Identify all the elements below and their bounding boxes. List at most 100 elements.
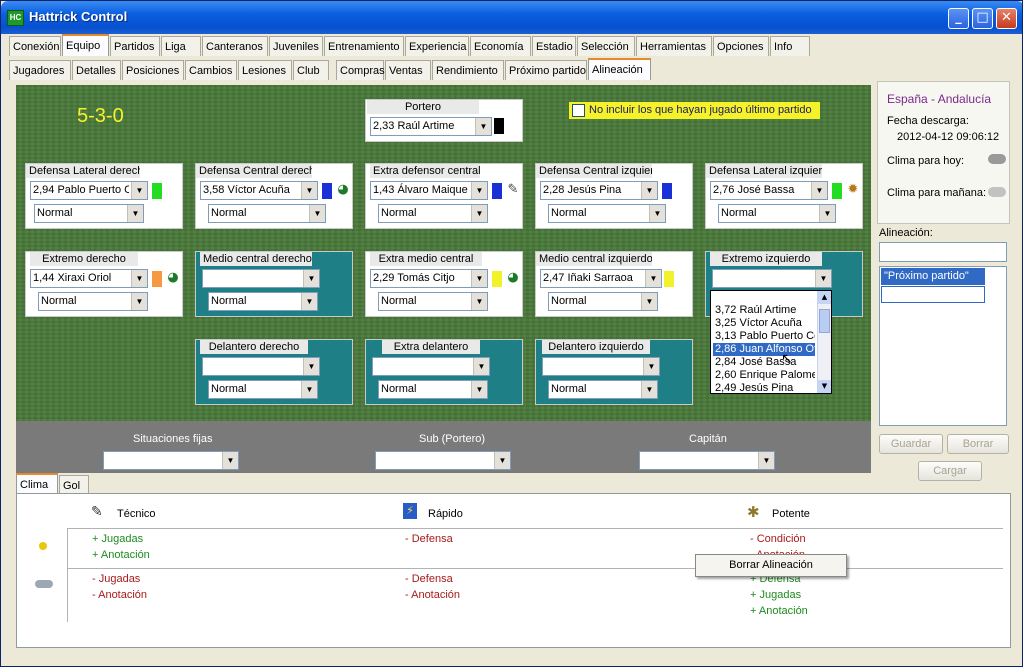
tab-alineacion[interactable]: Alineación xyxy=(588,58,651,80)
tab-entrenamiento[interactable]: Entrenamiento xyxy=(324,36,404,56)
alineacion-list[interactable]: "Próximo partido" xyxy=(879,266,1007,426)
position-label: Extremo derecho xyxy=(30,252,138,266)
med-cen-der-player-select[interactable]: ▼ xyxy=(202,269,320,288)
def-cen-der-order-select[interactable]: Normal ▼ xyxy=(208,204,326,223)
tab-equipo[interactable]: Equipo xyxy=(62,34,109,56)
tab-seleccion[interactable]: Selección xyxy=(577,36,635,56)
extras-strip: Situaciones fijas ▼ Sub (Portero) ▼ Capi… xyxy=(16,421,871,473)
tab-opciones[interactable]: Opciones xyxy=(713,36,769,56)
ext-der-order-select[interactable]: Normal ▼ xyxy=(38,292,148,311)
tab-experiencia[interactable]: Experiencia xyxy=(405,36,469,56)
tab-proximo-partido[interactable]: Próximo partido xyxy=(505,60,587,80)
divider xyxy=(67,528,68,622)
dropdown-option[interactable]: 2,84 José Bassa xyxy=(713,356,815,369)
scroll-thumb[interactable] xyxy=(819,309,830,333)
tab-herramientas[interactable]: Herramientas xyxy=(636,36,712,56)
divider xyxy=(67,528,1003,529)
tab-juveniles[interactable]: Juveniles xyxy=(269,36,323,56)
specialty-color-swatch xyxy=(494,118,504,134)
med-cen-der-order-select[interactable]: Normal ▼ xyxy=(208,292,318,311)
minimize-button[interactable]: _ xyxy=(948,8,969,29)
def-cen-der-player-select[interactable]: 3,58 Víctor Acuña ▼ xyxy=(200,181,318,200)
extra-med-player-select[interactable]: 2,29 Tomás Citjo ▼ xyxy=(370,269,488,288)
position-label: Delantero derecho xyxy=(200,340,308,354)
tab-economia[interactable]: Economía xyxy=(470,36,531,56)
tab-ventas[interactable]: Ventas xyxy=(385,60,431,80)
dropdown-option[interactable]: 3,13 Pablo Puerto Co xyxy=(713,330,815,343)
tab-info[interactable]: Info xyxy=(770,36,810,56)
tab-compras[interactable]: Compras xyxy=(336,60,385,80)
med-cen-izq-order-select[interactable]: Normal ▼ xyxy=(548,292,658,311)
scroll-up-icon[interactable]: ▲ xyxy=(818,291,831,304)
def-cen-izq-order-select[interactable]: Normal ▼ xyxy=(548,204,666,223)
tab-estadio[interactable]: Estadio xyxy=(532,36,576,56)
context-menu-borrar-alineacion[interactable]: Borrar Alineación xyxy=(695,554,847,577)
tab-jugadores[interactable]: Jugadores xyxy=(9,60,71,80)
tab-partidos[interactable]: Partidos xyxy=(110,36,160,56)
dropdown-option-selected[interactable]: 2,86 Juan Alfonso Ot xyxy=(713,343,815,356)
tab-posiciones[interactable]: Posiciones xyxy=(122,60,184,80)
def-lat-der-box: Defensa Lateral derecho 2,94 Pablo Puert… xyxy=(25,163,183,229)
del-izq-player-select[interactable]: ▼ xyxy=(542,357,660,376)
ext-der-player-select[interactable]: 1,44 Xiraxi Oriol ▼ xyxy=(30,269,148,288)
def-lat-der-order-select[interactable]: Normal ▼ xyxy=(34,204,144,223)
extra-def-order-select[interactable]: Normal ▼ xyxy=(378,204,488,223)
def-lat-der-player-select[interactable]: 2,94 Pablo Puerto C ▼ xyxy=(30,181,148,200)
tab-rendimiento[interactable]: Rendimiento xyxy=(432,60,504,80)
del-der-box: Delantero derecho ▼ Normal ▼ xyxy=(195,339,353,405)
dropdown-scrollbar[interactable]: ▲ ▼ xyxy=(817,291,831,393)
tab-gol[interactable]: Gol xyxy=(59,475,89,495)
del-izq-order-select[interactable]: Normal ▼ xyxy=(548,380,658,399)
player-dropdown-list[interactable]: 3,72 Raúl Artime 3,25 Víctor Acuña 3,13 … xyxy=(710,290,832,394)
title-bar[interactable]: HC Hattrick Control _ □ ✕ xyxy=(1,1,1022,34)
extra-del-order-select[interactable]: Normal ▼ xyxy=(378,380,488,399)
alineacion-list-item[interactable]: "Próximo partido" xyxy=(881,268,985,285)
col-potente: Potente xyxy=(772,508,810,520)
chevron-down-icon: ▼ xyxy=(131,293,147,310)
dropdown-option[interactable]: 3,72 Raúl Artime xyxy=(713,304,815,317)
def-lat-izq-player-select[interactable]: 2,76 José Bassa ▼ xyxy=(710,181,828,200)
ext-izq-player-select[interactable]: ▼ xyxy=(712,269,832,288)
captain-label: Capitán xyxy=(689,433,727,445)
chevron-down-icon: ▼ xyxy=(301,293,317,310)
med-cen-izq-player-select[interactable]: 2,47 Iñaki Sarraoa ▼ xyxy=(540,269,662,288)
cargar-button[interactable]: Cargar xyxy=(918,461,982,481)
tab-detalles[interactable]: Detalles xyxy=(72,60,121,80)
del-der-player-select[interactable]: ▼ xyxy=(202,357,320,376)
def-lat-izq-box: Defensa Lateral izquierdo 2,76 José Bass… xyxy=(705,163,863,229)
powerful-icon: ✱ xyxy=(747,503,760,521)
tab-liga[interactable]: Liga xyxy=(161,36,201,56)
def-lat-izq-order-select[interactable]: Normal ▼ xyxy=(718,204,836,223)
cloud-icon xyxy=(988,154,1006,164)
tab-club[interactable]: Club xyxy=(293,60,329,80)
alineacion-list-item-empty[interactable] xyxy=(881,286,985,303)
info-panel: España - Andalucía Fecha descarga: 2012-… xyxy=(877,81,1010,224)
del-der-order-select[interactable]: Normal ▼ xyxy=(208,380,318,399)
tab-canteranos[interactable]: Canteranos xyxy=(202,36,268,56)
sub-gk-select[interactable]: ▼ xyxy=(375,451,511,470)
set-pieces-select[interactable]: ▼ xyxy=(103,451,239,470)
dropdown-option[interactable]: 3,25 Víctor Acuña xyxy=(713,317,815,330)
def-cen-izq-player-select[interactable]: 2,28 Jesús Pina ▼ xyxy=(540,181,658,200)
no-include-checkbox[interactable] xyxy=(572,104,585,117)
col-rapido: Rápido xyxy=(428,508,463,520)
tab-conexion[interactable]: Conexión xyxy=(9,36,61,56)
chevron-down-icon: ▼ xyxy=(303,358,319,375)
tab-cambios[interactable]: Cambios xyxy=(185,60,237,80)
maximize-button[interactable]: □ xyxy=(972,8,993,29)
tab-lesiones[interactable]: Lesiones xyxy=(238,60,292,80)
dropdown-option[interactable]: 2,60 Enrique Palome xyxy=(713,369,815,382)
extra-med-order-select[interactable]: Normal ▼ xyxy=(378,292,488,311)
extra-def-player-select[interactable]: 1,43 Álvaro Maique ▼ xyxy=(370,181,488,200)
scroll-down-icon[interactable]: ▼ xyxy=(818,380,831,393)
dropdown-option[interactable]: 2,49 Jesús Pina xyxy=(713,382,815,393)
alineacion-name-input[interactable] xyxy=(879,242,1007,262)
portero-player-select[interactable]: 2,33 Raúl Artime ▼ xyxy=(370,117,492,136)
close-button[interactable]: ✕ xyxy=(996,8,1017,29)
tab-clima[interactable]: Clima xyxy=(16,473,58,495)
captain-select[interactable]: ▼ xyxy=(639,451,775,470)
specialty-color-swatch xyxy=(662,183,672,199)
extra-del-player-select[interactable]: ▼ xyxy=(372,357,490,376)
borrar-button[interactable]: Borrar xyxy=(947,434,1009,454)
guardar-button[interactable]: Guardar xyxy=(879,434,943,454)
